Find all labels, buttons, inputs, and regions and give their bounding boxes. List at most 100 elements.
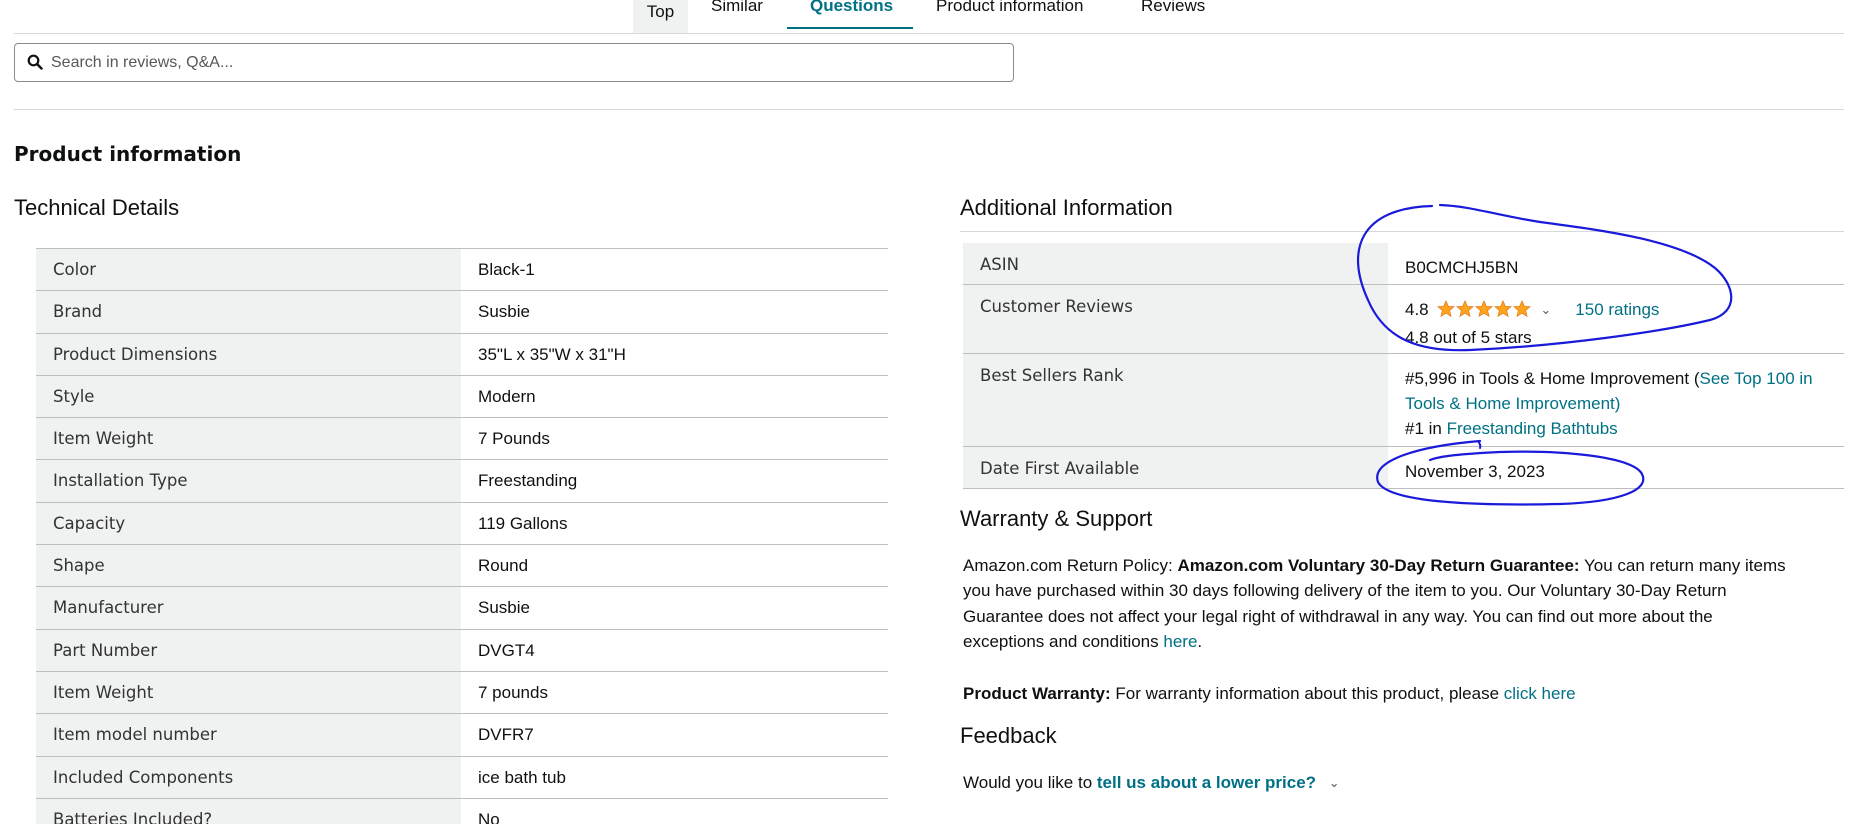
row-value: 119 Gallons [478, 513, 568, 533]
row-key: Brand [36, 291, 461, 333]
product-warranty-text: Product Warranty: For warranty informati… [963, 681, 1576, 706]
chevron-down-icon[interactable]: ⌄ [1540, 297, 1551, 322]
table-row: Customer Reviews 4.8 ⌄ 150 ratings 4.8 ou… [963, 285, 1844, 354]
row-key: Part Number [36, 629, 461, 671]
table-row: Capacity 119 Gallons [36, 501, 888, 545]
asin-value: B0CMCHJ5BN [1405, 258, 1519, 277]
table-row: Item Weight 7 pounds [36, 670, 888, 714]
table-row: Best Sellers Rank #5,996 in Tools & Home… [963, 354, 1844, 447]
row-key: Capacity [36, 502, 461, 545]
warranty-support-title: Warranty & Support [960, 506, 1153, 531]
row-key: Color [36, 249, 461, 291]
search-input[interactable] [51, 50, 991, 76]
row-key: Item Weight [36, 418, 461, 460]
tabs-divider [14, 33, 1844, 34]
table-row: Brand Susbie [36, 290, 888, 333]
row-value: Round [478, 556, 529, 576]
section-divider [14, 109, 1844, 110]
policy-here-link[interactable]: here [1163, 632, 1197, 651]
page-title: Product information [14, 142, 242, 166]
star-icon [1456, 300, 1475, 318]
row-key: Shape [36, 545, 461, 587]
feedback-title: Feedback [960, 723, 1057, 748]
policy-label: Amazon.com Return Policy: [963, 556, 1173, 575]
warranty-click-here-link[interactable]: click here [1504, 684, 1576, 703]
row-value: No [478, 809, 500, 824]
row-key: Date First Available [963, 447, 1388, 488]
customer-reviews-value: 4.8 ⌄ 150 ratings 4.8 out of 5 stars [1388, 285, 1844, 360]
technical-details-table: Color Black-1 Brand Susbie Product Dimensi… [36, 248, 888, 824]
additional-information-table: ASIN B0CMCHJ5BN Customer Reviews 4.8 ⌄ 15… [963, 243, 1844, 489]
table-row: Product Dimensions 35"L x 35"W x 31"H [36, 332, 888, 375]
row-key: ASIN [963, 243, 1388, 284]
tab-similar[interactable]: Similar [711, 0, 763, 34]
freestanding-bathtubs-link[interactable]: Freestanding Bathtubs [1447, 419, 1618, 438]
table-row: Style Modern [36, 374, 888, 418]
table-row: ASIN B0CMCHJ5BN [963, 243, 1844, 285]
policy-bold: Amazon.com Voluntary 30-Day Return Guara… [1177, 556, 1580, 575]
row-value: DVFR7 [478, 725, 534, 745]
best-sellers-rank-value: #5,996 in Tools & Home Improvement (See … [1388, 354, 1844, 451]
return-policy-text: Amazon.com Return Policy: Amazon.com Vol… [963, 553, 1793, 654]
row-key: Item model number [36, 714, 461, 756]
star-icon [1437, 300, 1456, 318]
table-row: Shape Round [36, 544, 888, 587]
ratings-link[interactable]: 150 ratings [1575, 300, 1659, 319]
date-first-available-value: November 3, 2023 [1405, 462, 1545, 481]
star-icon [1513, 300, 1532, 318]
row-value: Modern [478, 386, 536, 406]
row-value: ice bath tub [478, 767, 566, 787]
star-icon [1494, 300, 1513, 318]
feedback-text: Would you like to tell us about a lower … [963, 770, 1364, 795]
row-value: Susbie [478, 302, 530, 322]
tab-reviews[interactable]: Reviews [1141, 0, 1205, 34]
rating-number: 4.8 [1405, 300, 1429, 319]
row-key: Style [36, 375, 461, 418]
table-row: Included Components ice bath tub [36, 755, 888, 798]
table-row: Batteries Included? No [36, 797, 888, 824]
lower-price-link[interactable]: tell us about a lower price? [1097, 773, 1316, 792]
warranty-label: Product Warranty: [963, 684, 1111, 703]
tab-product-information[interactable]: Product information [936, 0, 1083, 34]
row-key: Batteries Included? [36, 798, 461, 824]
table-row: Date First Available November 3, 2023 [963, 447, 1844, 489]
table-row: Manufacturer Susbie [36, 586, 888, 629]
row-value: 7 pounds [478, 682, 548, 702]
row-key: Item Weight [36, 671, 461, 714]
tab-bar: Top Similar Questions Product informatio… [0, 0, 1852, 34]
bsr-rank-text: #5,996 in Tools & Home Improvement ( [1405, 369, 1700, 388]
row-key: Product Dimensions [36, 333, 461, 375]
technical-details-title: Technical Details [14, 195, 180, 220]
tab-top[interactable]: Top [633, 0, 688, 33]
row-key: Manufacturer [36, 587, 461, 629]
bsr-rank2-text: #1 in [1405, 419, 1447, 438]
table-row: Color Black-1 [36, 248, 888, 291]
row-key: Installation Type [36, 460, 461, 502]
search-icon [27, 54, 43, 70]
star-rating[interactable] [1437, 300, 1532, 325]
table-row: Item model number DVFR7 [36, 713, 888, 756]
search-box[interactable] [14, 43, 1014, 82]
row-key: Best Sellers Rank [963, 354, 1388, 446]
row-value: Freestanding [478, 471, 578, 491]
table-row: Item Weight 7 Pounds [36, 417, 888, 460]
row-value: Black-1 [478, 260, 535, 279]
policy-end: . [1197, 631, 1203, 651]
row-value: 7 Pounds [478, 429, 550, 449]
row-value: DVGT4 [478, 640, 535, 660]
additional-information-title: Additional Information [960, 195, 1173, 220]
rating-out-of: 4.8 out of 5 stars [1405, 328, 1532, 347]
bsr-close-paren: ) [1614, 394, 1621, 413]
table-row: Installation Type Freestanding [36, 459, 888, 502]
chevron-down-icon[interactable]: ⌄ [1329, 770, 1340, 795]
row-key: Included Components [36, 756, 461, 798]
warranty-body: For warranty information about this prod… [1115, 684, 1500, 703]
tab-questions[interactable]: Questions [786, 0, 914, 34]
row-key: Customer Reviews [963, 285, 1388, 353]
table-row: Part Number DVGT4 [36, 628, 888, 671]
row-value: 35"L x 35"W x 31"H [478, 344, 626, 364]
row-value: Susbie [478, 598, 530, 618]
star-icon [1475, 300, 1494, 318]
feedback-prompt: Would you like to [963, 773, 1093, 792]
additional-divider [960, 231, 1844, 232]
